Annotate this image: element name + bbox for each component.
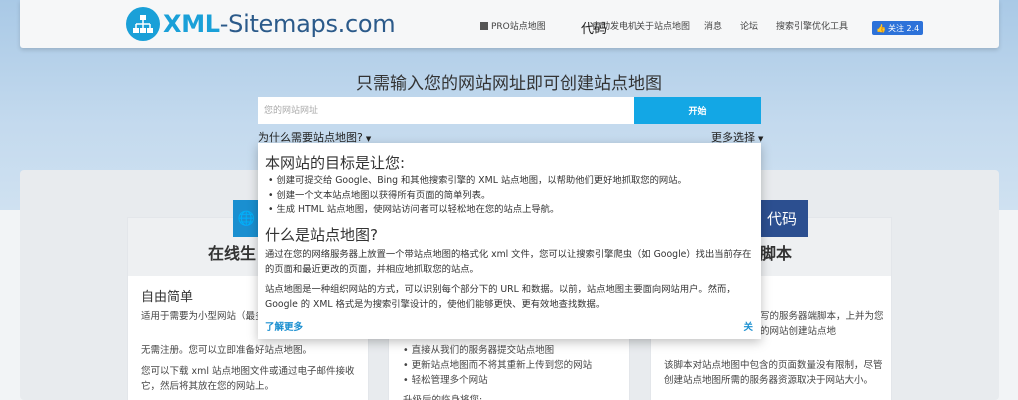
nav-forum[interactable]: 论坛	[740, 19, 758, 32]
list-item: 直接从我们的服务器提交站点地图	[403, 343, 592, 358]
sitemap-explanation-2: 站点地图是一种组织网站的方式，可以识别每个部分下的 URL 和数据。以前，站点地…	[265, 284, 736, 310]
website-url-input[interactable]	[258, 97, 634, 124]
why-sitemap-popup: 本网站的目标是让您: 创建可提交给 Google、Bing 和其他搜索引擎的 X…	[258, 143, 761, 339]
script-heading: 脚本	[760, 244, 793, 263]
goal-heading: 本网站的目标是让您:	[265, 154, 406, 172]
pro-card-tail: 升级后的临身将您:	[403, 392, 482, 400]
thumbs-up-icon: 👍	[876, 23, 886, 33]
goals-list: 创建可提交给 Google、Bing 和其他搜索引擎的 XML 站点地图，以帮助…	[268, 174, 687, 218]
left-card-text-2: 无需注册。您可以立即准备好站点地图。	[141, 345, 313, 356]
like-label: 关注 2.4	[887, 23, 920, 33]
list-item: 创建一个文本站点地图以获得所有页面的简单列表。	[268, 189, 687, 204]
sitemap-explanation-1: 通过在您的网络服务器上放置一个带站点地图的格式化 xml 文件，您可以让搜索引擎…	[265, 249, 752, 275]
online-generator-heading: 在线生	[208, 244, 257, 263]
sitemap-icon	[126, 7, 160, 41]
globe-icon: 🌐	[233, 200, 260, 237]
hero-title: 只需输入您的网站网址即可创建站点地图	[356, 74, 662, 94]
nav-seo-tools[interactable]: 搜索引擎优化工具	[776, 19, 848, 32]
right-card-text-1: 写的服务器端脚本，上并为您的网站创建站点地	[760, 311, 884, 337]
facebook-like-button[interactable]: 👍 关注 2.4	[872, 21, 924, 35]
list-item: 创建可提交给 Google、Bing 和其他搜索引擎的 XML 站点地图，以帮助…	[268, 174, 686, 189]
site-logo[interactable]: XML-Sitemaps.com	[126, 7, 396, 41]
site-header: XML-Sitemaps.com PRO站点地图 自动发电机 关于站点地图 消息…	[20, 0, 999, 48]
learn-more-link[interactable]: 了解更多	[265, 319, 303, 333]
logo-text: XML-Sitemaps.com	[163, 10, 396, 38]
nav-pro-sitemaps[interactable]: PRO站点地图	[480, 19, 546, 32]
code-badge: 代码	[756, 200, 808, 237]
pro-features-list: 直接从我们的服务器提交站点地图 更新站点地图而不将其重新上传到您的网站 轻松管理…	[403, 343, 593, 388]
what-is-sitemap-heading: 什么是站点地图?	[265, 226, 378, 244]
list-item: 更新站点地图而不将其重新上传到您的网站	[403, 358, 593, 373]
pro-icon	[480, 22, 488, 30]
nav-news[interactable]: 消息	[704, 19, 722, 32]
caret-down-icon: ▼	[758, 135, 764, 143]
right-card-text-2: 该脚本对站点地图中包含的页面数量没有限制，尽管创建站点地图所需的服务器资源取决于…	[664, 360, 883, 386]
close-link[interactable]: 关	[743, 319, 753, 333]
nav-code-overlay: 代码	[581, 22, 608, 37]
caret-down-icon: ▼	[365, 135, 372, 143]
list-item: 生成 HTML 站点地图，使网站访问者可以轻松地在您的站点上导航。	[268, 203, 687, 218]
list-item: 轻松管理多个网站	[403, 373, 592, 388]
left-card-text-3: 您可以下载 xml 站点地图文件或通过电子邮件接收它，然后将其放在您的网站上。	[141, 366, 355, 392]
nav-about-sitemaps[interactable]: 关于站点地图	[636, 19, 690, 32]
free-simple-subheading: 自由简单	[141, 290, 194, 305]
start-button[interactable]: 开始	[634, 97, 761, 124]
